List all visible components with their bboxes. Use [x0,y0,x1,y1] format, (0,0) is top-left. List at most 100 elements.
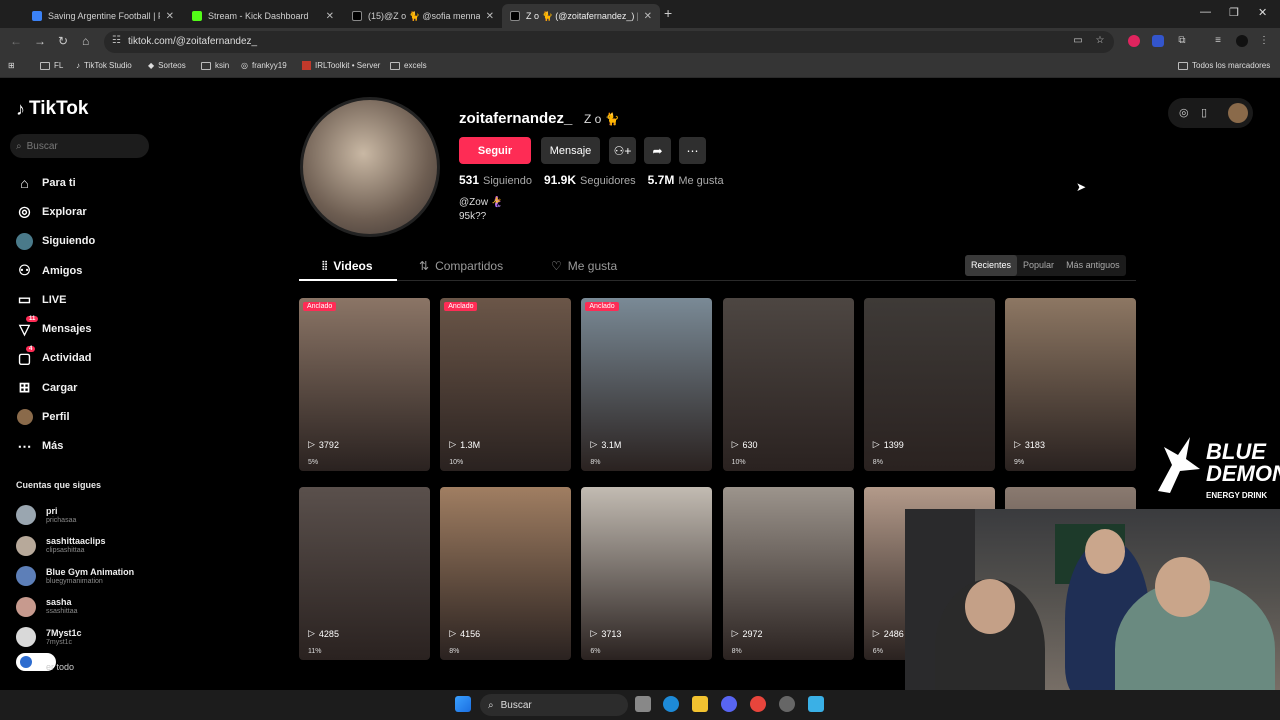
followers-stat[interactable]: 91.9K Seguidores [544,173,636,187]
video-thumbnail[interactable]: Anclado ▷ 3.1M 8% [581,298,713,471]
add-friend-button[interactable]: ⚇+ [609,137,636,164]
browser-tab-3[interactable]: Z o 🐈 (@zoitafernandez_) | ✕ [502,4,660,28]
tab-compartidos[interactable]: ⇅ Compartidos [419,259,503,273]
video-thumbnail[interactable]: ▷ 630 10% [722,298,854,471]
close-tab-icon[interactable]: ✕ [486,11,494,22]
sidebar-item-mas[interactable]: ⋯ Más [16,432,95,461]
activity-icon: ▢ [17,349,32,366]
forward-icon[interactable]: → [34,34,46,48]
user-avatar[interactable] [1228,103,1248,123]
browser-tab-2[interactable]: (15)@Z o 🐈 @sofia menna | Ti ✕ [344,4,502,28]
profile-avatar-icon[interactable] [1236,35,1248,47]
follow-button[interactable]: Seguir [459,137,531,164]
bookmark-item[interactable]: IRLToolkit • Server [302,61,380,70]
cast-icon[interactable]: ▭ [1072,35,1084,47]
view-count: ▷ 3792 [308,439,339,450]
site-info-icon[interactable]: ☷ [112,35,121,46]
followed-account[interactable]: sasha ssashittaa [16,592,134,623]
followed-account[interactable]: 7Myst1c 7myst1c [16,622,134,653]
file-explorer-icon[interactable] [692,696,708,712]
browser-tab-1[interactable]: Stream - Kick Dashboard ✕ [184,4,342,28]
sidebar-item-cargar[interactable]: ⊞ Cargar [16,373,95,402]
sort-popular[interactable]: Popular [1017,255,1060,276]
bookmark-star-icon[interactable]: ☆ [1094,35,1106,47]
following-stat[interactable]: 531 Siguiendo [459,173,532,187]
followed-account[interactable]: sashittaaclips clipsashittaa [16,531,134,562]
tab-me-gusta[interactable]: ♡ Me gusta [551,259,617,273]
close-window-icon[interactable]: ✕ [1258,6,1267,19]
compass-icon[interactable]: ◎ [1179,106,1189,119]
bookmark-item[interactable]: FL [40,61,63,70]
bookmark-item[interactable]: ◆ Sorteos [148,61,186,70]
sidebar-item-explorar[interactable]: ◎ Explorar [16,197,95,226]
video-thumbnail[interactable]: ▷ 3183 9% [1005,298,1136,471]
chrome-icon[interactable] [750,696,766,712]
followed-account[interactable]: Blue Gym Animation bluegymanimation [16,561,134,592]
search-input[interactable]: ⌕ Buscar [10,134,149,158]
back-icon[interactable]: ← [10,34,22,48]
sidebar-item-actividad[interactable]: ▢ 4 Actividad [16,344,95,373]
address-bar[interactable]: ☷ tiktok.com/@zoitafernandez_ [104,31,1114,53]
task-view-icon[interactable] [635,696,651,712]
bookmark-item[interactable]: ◎ frankyy19 [241,61,287,70]
bookmark-label: TikTok Studio [84,61,132,70]
view-count: ▷ 1399 [873,439,904,450]
browser-tab-0[interactable]: Saving Argentine Football | Pla ✕ [24,4,182,28]
close-tab-icon[interactable]: ✕ [166,11,174,22]
home-icon: ⌂ [20,174,29,191]
close-tab-icon[interactable]: ✕ [644,11,652,22]
video-thumbnail[interactable]: ▷ 4156 8% [440,487,572,660]
followed-account[interactable]: pri prichasaa [16,500,134,531]
sort-recientes[interactable]: Recientes [965,255,1018,276]
all-bookmarks[interactable]: Todos los marcadores [1178,61,1270,70]
extension-red-icon[interactable] [1128,35,1140,47]
message-button[interactable]: Mensaje [541,137,600,164]
video-thumbnail[interactable]: ▷ 2972 8% [722,487,854,660]
play-icon: ▷ [872,628,880,638]
bookmark-item[interactable]: ♪ TikTok Studio [76,61,132,70]
video-thumbnail[interactable]: Anclado ▷ 1.3M 10% [440,298,572,471]
sidebar-item-para-ti[interactable]: ⌂ Para ti [16,168,95,197]
tab-label: Videos [333,259,373,273]
share-button[interactable]: ➦ [644,137,671,164]
video-thumbnail[interactable]: ▷ 1399 8% [863,298,995,471]
sort-mas-antiguos[interactable]: Más antiguos [1060,255,1126,276]
edge-icon[interactable] [663,696,679,712]
settings-icon[interactable] [779,696,795,712]
apps-icon[interactable]: ⊞ [8,61,15,70]
extensions-icon[interactable]: ⧉ [1176,35,1188,47]
sidebar-item-mensajes[interactable]: ▽ 11 Mensajes [16,314,95,343]
bookmarks-bar: ⊞ FL ♪ TikTok Studio ◆ Sorteos ksin ◎ frank… [0,56,1280,78]
maximize-icon[interactable]: ❐ [1229,6,1239,19]
discord-icon[interactable] [721,696,737,712]
minimize-icon[interactable]: — [1200,6,1211,18]
media-icon[interactable]: ≡ [1212,35,1224,47]
extension-shield-icon[interactable] [1152,35,1164,47]
sidebar-item-perfil[interactable]: Perfil [16,402,95,431]
reload-icon[interactable]: ↻ [58,34,68,48]
taskbar-search[interactable]: ⌕ Buscar [480,694,628,716]
video-thumbnail[interactable]: ▷ 3713 6% [581,487,713,660]
sort-toggle: Recientes Popular Más antiguos [965,255,1126,276]
new-tab-icon[interactable]: + [664,5,672,21]
sidebar-item-live[interactable]: ▭ LIVE [16,285,95,314]
notepad-icon[interactable] [808,696,824,712]
tab-videos[interactable]: ⦙⦙ Videos [322,259,373,274]
avatar [16,505,36,526]
close-tab-icon[interactable]: ✕ [326,11,334,22]
see-all-link[interactable]: er todo [46,662,74,672]
home-browser-icon[interactable]: ⌂ [82,34,89,48]
face [1085,529,1125,574]
browser-menu-icon[interactable]: ⋮ [1258,35,1270,47]
sidebar-item-siguiendo[interactable]: Siguiendo [16,227,95,256]
sidebar-item-amigos[interactable]: ⚇ Amigos [16,256,95,285]
bookmark-item[interactable]: excels [390,61,427,70]
windows-start-icon[interactable] [455,696,471,712]
phone-icon[interactable]: ▯ [1201,106,1207,119]
play-icon: ▷ [1014,439,1021,449]
video-thumbnail[interactable]: ▷ 4285 11% [299,487,430,660]
bookmark-item[interactable]: ksin [201,61,229,70]
video-thumbnail[interactable]: Anclado ▷ 3792 5% [299,298,430,471]
tiktok-logo[interactable]: ♪ TikTok [16,98,88,120]
more-options-button[interactable]: ⋯ [679,137,706,164]
